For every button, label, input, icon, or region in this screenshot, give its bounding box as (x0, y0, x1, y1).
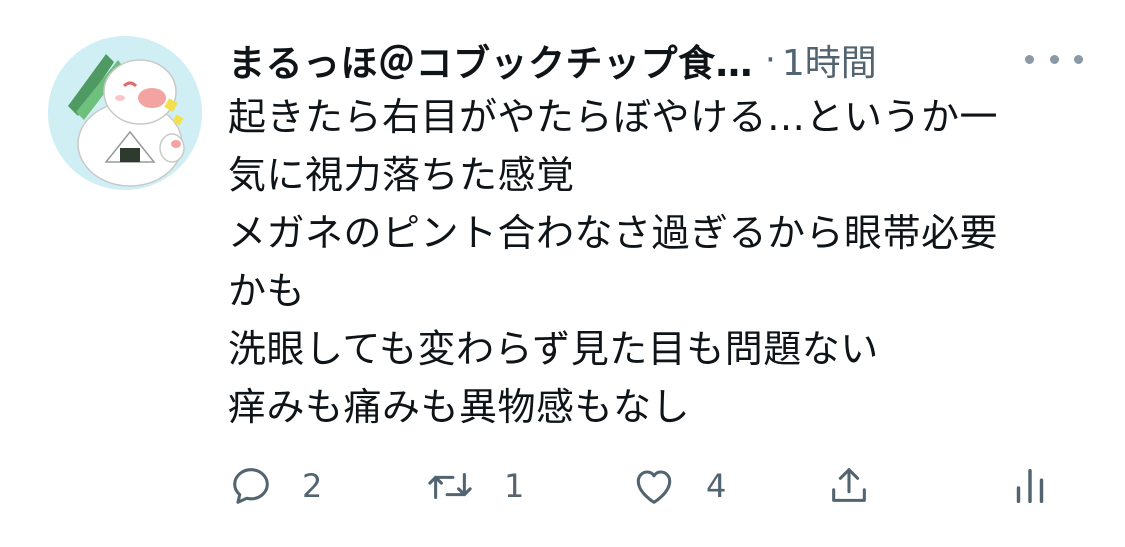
tweet-text-line: 痒みも痛みも異物感もなし (228, 385, 691, 429)
tweet-text-line: 起きたら右目がやたらぼやける…というか一 (228, 95, 999, 139)
action-bar: 2 1 4 (228, 456, 1058, 516)
tweet-text: 起きたら右目がやたらぼやける…というか一 気に視力落ちた感覚 メガネのピント合わ… (228, 88, 1098, 436)
heart-icon (636, 470, 672, 504)
more-options-icon[interactable] (1025, 44, 1083, 74)
tweet-text-line: 気に視力落ちた感覚 (228, 153, 575, 197)
share-icon (832, 468, 866, 502)
more-dot (1025, 54, 1034, 64)
reply-count: 2 (302, 467, 323, 505)
reply-button[interactable]: 2 (228, 456, 322, 516)
share-button[interactable] (826, 456, 872, 516)
tweet-header: まるっほ＠コブックチップ食… · 1時間 (228, 32, 877, 88)
reply-icon (233, 468, 269, 504)
views-icon (1016, 468, 1044, 504)
views-button[interactable] (1010, 456, 1050, 516)
display-name[interactable]: まるっほ＠コブックチップ食… (228, 33, 753, 87)
more-dot (1074, 54, 1083, 64)
retweet-icon (428, 472, 472, 500)
like-count: 4 (706, 467, 727, 505)
timestamp[interactable]: 1時間 (782, 34, 877, 86)
like-button[interactable]: 4 (630, 456, 726, 516)
avatar-image (48, 36, 202, 190)
tweet-text-line: かも (228, 269, 306, 313)
separator-dot: · (765, 40, 776, 80)
tweet-text-line: メガネのピント合わなさ過ぎるから眼帯必要 (228, 211, 999, 255)
more-dot (1049, 54, 1059, 64)
avatar[interactable] (48, 36, 202, 190)
retweet-count: 1 (504, 467, 525, 505)
tweet-card[interactable]: まるっほ＠コブックチップ食… · 1時間 起きたら右目がやたらぼやける…というか… (0, 0, 1125, 547)
retweet-button[interactable]: 1 (424, 456, 524, 516)
tweet-text-line: 洗眼しても変わらず見た目も問題ない (228, 327, 879, 371)
